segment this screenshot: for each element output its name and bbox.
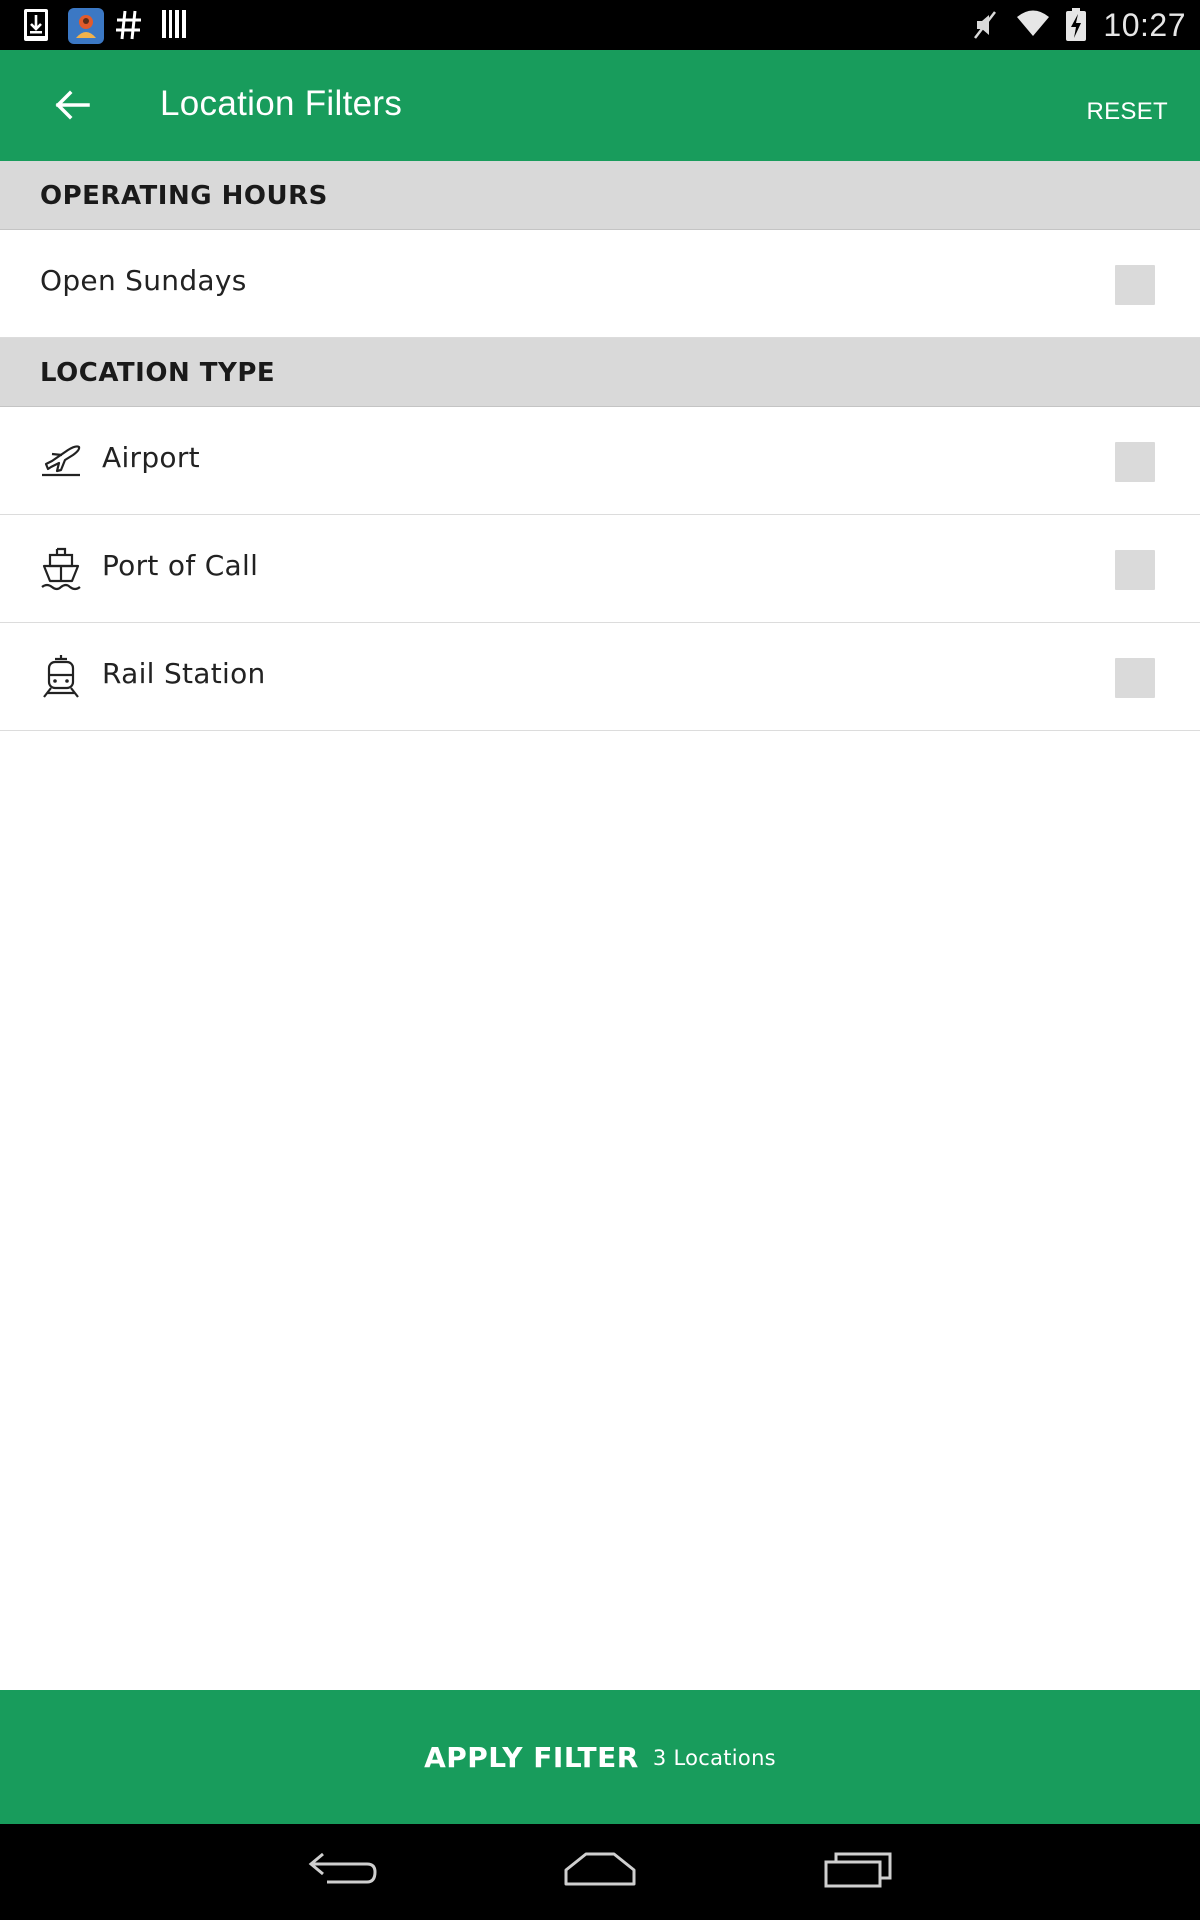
recents-nav-button[interactable] bbox=[813, 1846, 903, 1898]
home-nav-icon bbox=[562, 1850, 638, 1894]
navigation-bar bbox=[0, 1824, 1200, 1920]
reset-button[interactable]: RESET bbox=[1086, 98, 1168, 126]
barcode-icon bbox=[160, 8, 190, 42]
airport-checkbox[interactable] bbox=[1115, 442, 1155, 482]
section-header-operating-hours: OPERATING HOURS bbox=[0, 161, 1200, 230]
status-bar: 10:27 bbox=[0, 0, 1200, 50]
wifi-icon bbox=[1015, 8, 1051, 42]
apply-filter-button[interactable]: APPLY FILTER 3 Locations bbox=[0, 1690, 1200, 1824]
screen: 10:27 Location Filters RESET OPERATING H… bbox=[0, 0, 1200, 1920]
filter-row-airport[interactable]: Airport bbox=[0, 407, 1200, 515]
arrow-left-icon bbox=[54, 90, 90, 124]
filter-row-port-of-call[interactable]: Port of Call bbox=[0, 515, 1200, 623]
filter-label: Airport bbox=[102, 441, 200, 474]
battery-charging-icon bbox=[1065, 8, 1089, 42]
status-time: 10:27 bbox=[1103, 6, 1186, 43]
mute-icon bbox=[971, 8, 1001, 42]
filter-label: Rail Station bbox=[102, 657, 266, 690]
home-nav-button[interactable] bbox=[555, 1846, 645, 1898]
section-header-location-type: LOCATION TYPE bbox=[0, 338, 1200, 407]
back-button[interactable] bbox=[44, 83, 100, 131]
recents-nav-icon bbox=[822, 1850, 894, 1894]
hashtag-icon bbox=[114, 8, 144, 42]
filter-label: Port of Call bbox=[102, 549, 259, 582]
app-bar: Location Filters RESET bbox=[0, 50, 1200, 161]
download-icon bbox=[22, 8, 52, 42]
ship-icon bbox=[38, 545, 84, 591]
filter-row-rail-station[interactable]: Rail Station bbox=[0, 623, 1200, 731]
open-sundays-checkbox[interactable] bbox=[1115, 265, 1155, 305]
apply-filter-label: APPLY FILTER bbox=[424, 1740, 639, 1774]
port-of-call-checkbox[interactable] bbox=[1115, 550, 1155, 590]
status-bar-system: 10:27 bbox=[971, 6, 1186, 44]
page-title: Location Filters bbox=[160, 84, 403, 123]
app-notification-icon bbox=[68, 8, 104, 44]
back-nav-button[interactable] bbox=[298, 1846, 388, 1898]
section-title: LOCATION TYPE bbox=[40, 358, 276, 388]
airplane-icon bbox=[38, 437, 84, 483]
filter-label: Open Sundays bbox=[40, 264, 247, 297]
status-bar-notifications bbox=[22, 8, 206, 44]
train-icon bbox=[38, 653, 84, 699]
section-title: OPERATING HOURS bbox=[40, 181, 328, 211]
location-count: 3 Locations bbox=[652, 1746, 776, 1770]
filter-row-open-sundays[interactable]: Open Sundays bbox=[0, 230, 1200, 338]
rail-station-checkbox[interactable] bbox=[1115, 658, 1155, 698]
back-nav-icon bbox=[307, 1850, 379, 1894]
